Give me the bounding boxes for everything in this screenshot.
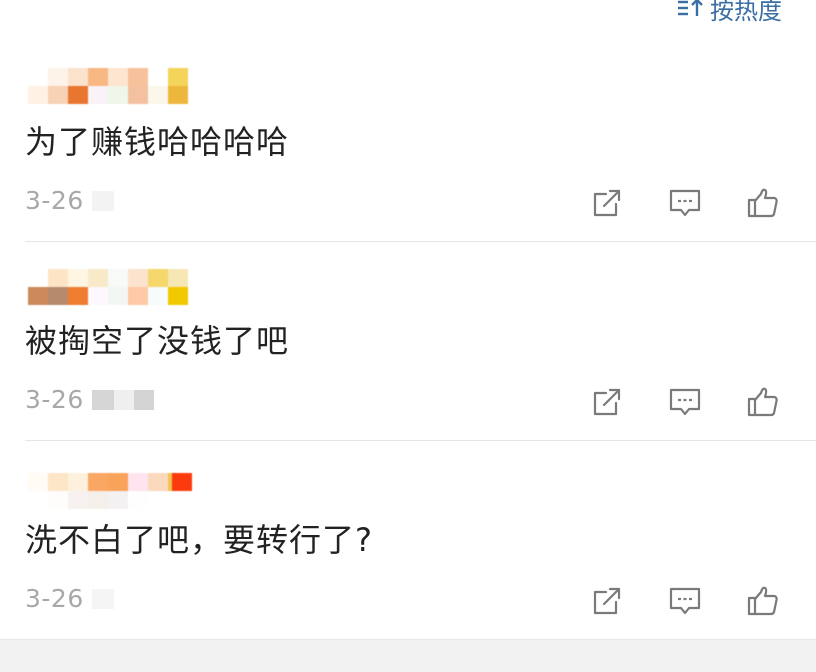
mosaic-cell [113,588,134,609]
mosaic-cell [108,473,128,491]
comment-date: 3-26 [25,584,84,613]
comment-meta: 3-26 [25,584,154,613]
bottom-bar [0,639,816,672]
mosaic-cell [28,491,48,509]
mosaic-cell [88,473,108,491]
mosaic-cell [128,491,148,509]
location-redacted [91,588,154,609]
comment-actions [588,582,782,620]
mosaic-cell [68,491,88,509]
like-icon[interactable] [744,582,782,620]
mosaic-cell [148,473,168,491]
mosaic-cell [88,491,108,509]
mosaic-cell [48,473,68,491]
comments-page: 按热度 为了赚钱哈哈哈哈 3-26 被掏空了没钱了吧 3-26 洗不白了吧，要转… [0,0,816,672]
mosaic-cell [28,473,48,491]
mosaic-cell [168,491,188,509]
comment-icon[interactable] [666,582,704,620]
mosaic-cell [91,588,114,609]
mosaic-cell [172,473,192,491]
mosaic-cell [148,491,168,509]
user-name-redacted [28,473,192,509]
mosaic-cell [68,473,88,491]
mosaic-cell [133,588,154,609]
mosaic-cell [108,491,128,509]
share-icon[interactable] [588,582,626,620]
mosaic-cell [48,491,68,509]
mosaic-cell [128,473,148,491]
comment-item: 洗不白了吧，要转行了? 3-26 [0,0,816,640]
comment-text: 洗不白了吧，要转行了? [25,521,373,559]
